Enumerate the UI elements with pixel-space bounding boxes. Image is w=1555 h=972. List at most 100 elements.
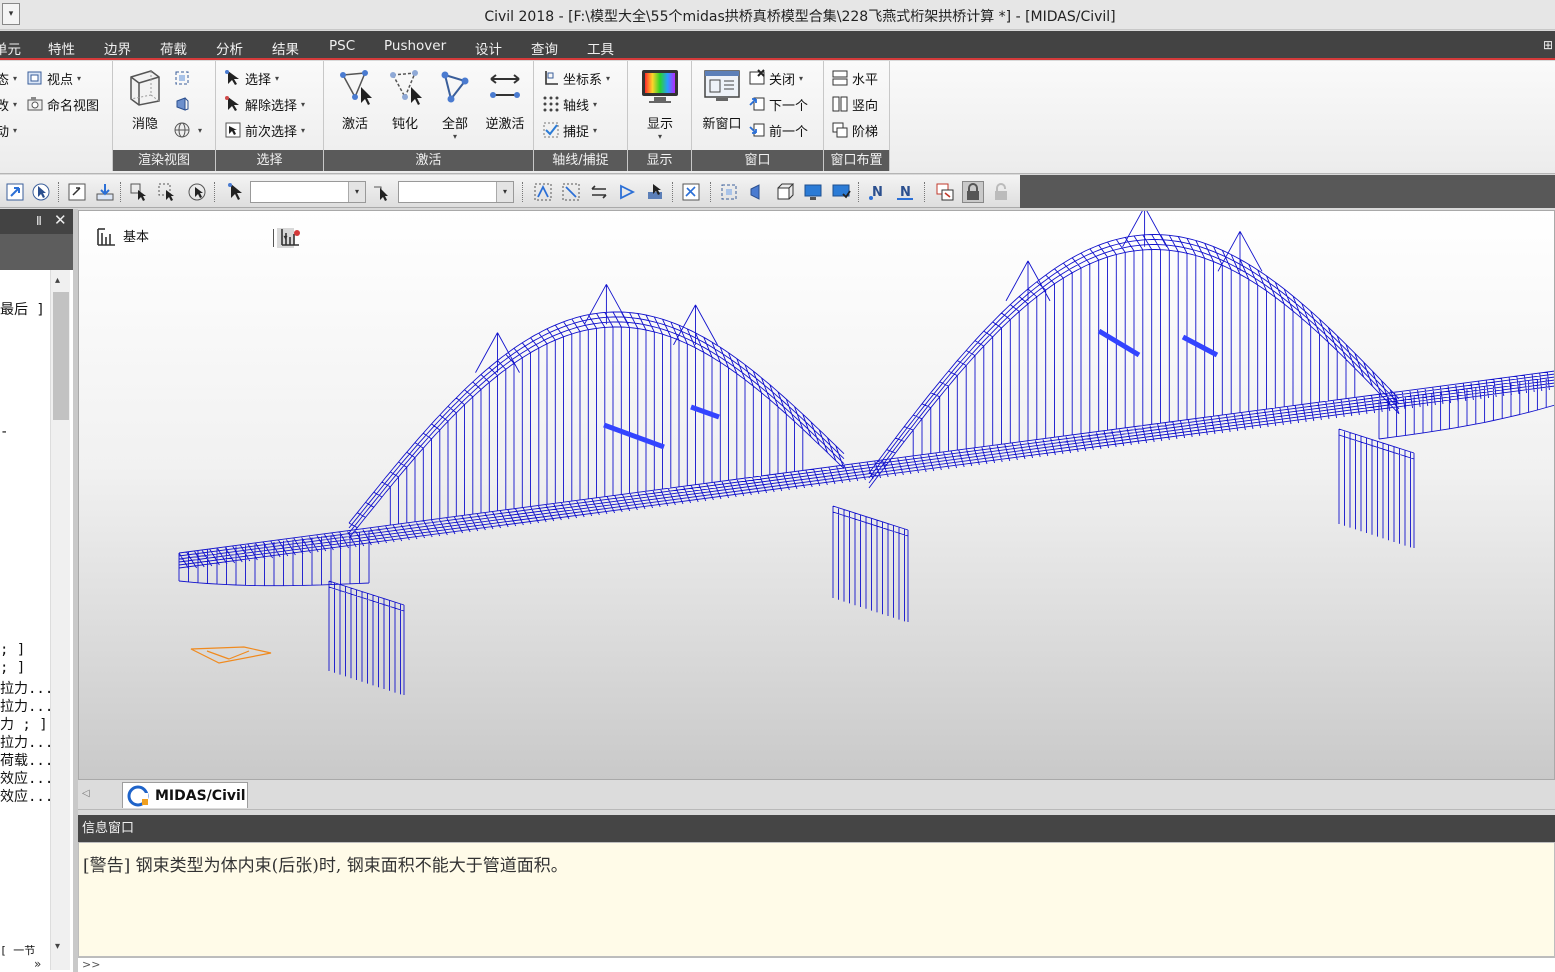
menu-load[interactable]: 荷载 [160, 38, 187, 58]
node-select-icon[interactable] [4, 181, 26, 203]
select-down-icon[interactable] [128, 181, 150, 203]
tile-vertical-button[interactable]: 竖向 [831, 93, 878, 115]
menu-query[interactable]: 查询 [531, 38, 558, 58]
scroll-up-icon[interactable]: ▴ [55, 275, 60, 286]
activate-button[interactable]: 激活 [329, 65, 381, 145]
view-mode-combo[interactable]: 基本 ▾ [123, 228, 294, 248]
tree-item[interactable]: - [0, 424, 8, 440]
scroll-thumb[interactable] [53, 292, 69, 420]
panel-scrollbar[interactable]: ▴ ▾ [50, 270, 70, 970]
tree-item[interactable]: 效应... [0, 768, 53, 788]
select-combo-1[interactable]: ▾ [250, 181, 366, 203]
previous-window-button[interactable]: 前一个 [748, 119, 808, 141]
menu-boundary[interactable]: 边界 [104, 38, 131, 58]
redraw-icon[interactable] [680, 181, 702, 203]
ribbon-pin-icon[interactable]: ⊞ [1543, 38, 1553, 52]
deselect-button[interactable]: 解除选择 ▾ [224, 93, 305, 115]
tree-item[interactable]: ; ] [0, 660, 25, 676]
tree-item[interactable]: 力 ; ] [0, 714, 48, 734]
menu-pushover[interactable]: Pushover [384, 38, 446, 54]
ribbon-group-view: 态 ▾ 改 ▾ 动 ▾ 视点 ▾ 命名视图 [0, 61, 113, 171]
layer-icon[interactable] [95, 225, 121, 249]
node-number-icon[interactable]: N [866, 181, 888, 203]
ribbon-group-label-activate: 激活 [324, 150, 533, 171]
activate-triangle-icon[interactable] [616, 181, 638, 203]
message-window-title: 信息窗口 [78, 815, 1555, 842]
element-number-icon[interactable]: N [894, 181, 916, 203]
menu-bar: 单元 特性 边界 荷载 分析 结果 PSC Pushover 设计 查询 工具 … [0, 31, 1555, 60]
activate-all-button[interactable]: 全部 ▾ [429, 65, 481, 145]
new-window-button[interactable]: 新窗口 [696, 65, 748, 145]
zoom-fit-button[interactable] [173, 67, 194, 89]
tree-item[interactable]: ; ] [0, 642, 25, 658]
monitor-check-icon[interactable] [830, 181, 852, 203]
new-window-icon [702, 67, 742, 107]
close-window-button[interactable]: 关闭 ▾ [748, 67, 803, 89]
display-button[interactable]: 显示 ▾ [634, 65, 686, 145]
previous-select-button[interactable]: 前次选择 ▾ [224, 119, 305, 141]
pin-icon[interactable]: Ⅱ [36, 214, 42, 228]
box-view-icon[interactable] [774, 181, 796, 203]
deactivate-button[interactable]: 钝化 [379, 65, 431, 145]
lock-icon[interactable] [962, 181, 984, 203]
grid-button[interactable]: 轴线 ▾ [542, 93, 597, 115]
monitor-icon[interactable] [802, 181, 824, 203]
cascade-button[interactable]: 阶梯 [831, 119, 878, 141]
menu-tools[interactable]: 工具 [587, 38, 614, 58]
render-mode-button[interactable] [173, 93, 194, 115]
scroll-down-icon[interactable]: ▾ [55, 941, 60, 952]
tab-scroll-left-icon[interactable]: ◁ [82, 788, 90, 799]
activate-frame-icon[interactable] [532, 181, 554, 203]
select-combo-2[interactable]: ▾ [398, 181, 514, 203]
pointer-circle-icon[interactable] [30, 181, 52, 203]
tree-item[interactable]: 拉力... [0, 732, 53, 752]
quick-toolbar: ▾ ▾ N N [0, 175, 1020, 208]
model-viewport[interactable]: 基本 ▾ [78, 210, 1555, 780]
select-element-icon[interactable] [370, 181, 392, 203]
menu-results[interactable]: 结果 [272, 38, 299, 58]
next-window-button[interactable]: 下一个 [748, 93, 808, 115]
select-pointer-icon[interactable] [224, 181, 246, 203]
menu-element[interactable]: 单元 [0, 38, 21, 58]
inverse-icon[interactable] [588, 181, 610, 203]
tree-item[interactable]: 拉力... [0, 696, 53, 716]
tree-item[interactable]: 效应... [0, 786, 53, 806]
inverse-activate-button[interactable]: 逆激活 [479, 65, 531, 145]
menu-design[interactable]: 设计 [475, 38, 502, 58]
select-polygon-icon[interactable] [186, 181, 208, 203]
globe-button[interactable]: ▾ [173, 119, 202, 141]
named-view-button[interactable]: 命名视图 [26, 93, 99, 115]
layer-toggle-icon[interactable] [279, 225, 305, 249]
viewpoint-button[interactable]: 视点 ▾ [26, 67, 81, 89]
ribbon-partial-item-1[interactable]: 态 ▾ [0, 67, 17, 89]
deactivate-frame-icon[interactable] [560, 181, 582, 203]
ribbon-partial-item-3[interactable]: 动 ▾ [0, 119, 17, 141]
tree-item[interactable]: 最后 ] [0, 299, 45, 319]
activate-select-icon[interactable] [644, 181, 666, 203]
tree-item[interactable]: [ 一节 [0, 942, 35, 958]
expand-more-icon[interactable]: » [34, 957, 41, 971]
panel-header: Ⅱ ✕ [0, 209, 73, 234]
import-icon[interactable] [94, 181, 116, 203]
shade-icon[interactable] [746, 181, 768, 203]
menu-properties[interactable]: 特性 [48, 38, 75, 58]
snap-button[interactable]: 捕捉 ▾ [542, 119, 597, 141]
coordinate-system-button[interactable]: 坐标系 ▾ [542, 67, 610, 89]
zoom-window-icon[interactable] [718, 181, 740, 203]
rotate-frame-icon[interactable] [66, 181, 88, 203]
tree-item[interactable]: 拉力... [0, 678, 53, 698]
select-window-icon[interactable] [156, 181, 178, 203]
tree-item[interactable]: 荷载... [0, 750, 53, 770]
tile-horizontal-button[interactable]: 水平 [831, 67, 878, 89]
command-line[interactable]: >> [78, 957, 1555, 972]
tab-midas-civil[interactable]: MIDAS/Civil [122, 782, 248, 808]
svg-text:N: N [872, 185, 883, 200]
unlock-icon[interactable] [990, 181, 1012, 203]
hide-button[interactable]: 消隐 [119, 65, 171, 145]
swap-window-icon[interactable] [934, 181, 956, 203]
menu-psc[interactable]: PSC [329, 38, 355, 54]
ribbon-partial-item-2[interactable]: 改 ▾ [0, 93, 17, 115]
select-button[interactable]: 选择 ▾ [224, 67, 279, 89]
menu-analysis[interactable]: 分析 [216, 38, 243, 58]
close-icon[interactable]: ✕ [54, 211, 67, 229]
